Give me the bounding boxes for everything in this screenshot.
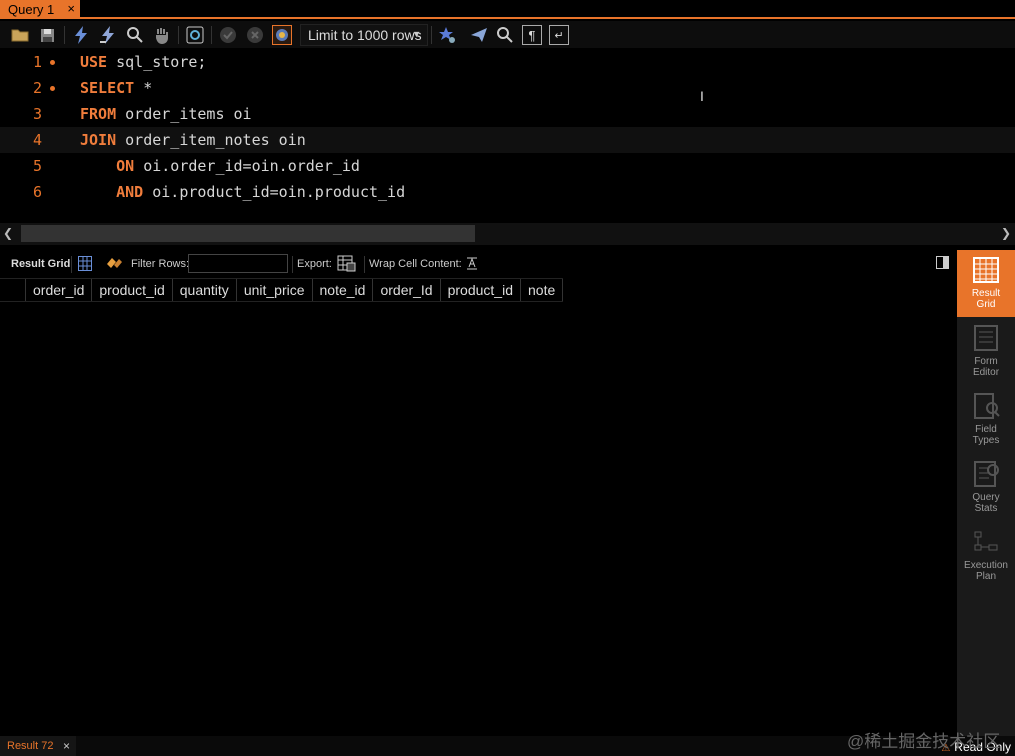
chevron-left-icon[interactable]: ❮ <box>3 226 13 240</box>
result-tab-label: Result 72 <box>7 740 54 752</box>
column-header[interactable]: product_id <box>92 279 173 301</box>
execution-plan-icon <box>974 531 998 551</box>
code-line-2[interactable]: 2 SELECT * <box>0 75 1015 101</box>
sidebar-item-field-types[interactable]: Field Types <box>957 386 1015 453</box>
sql-keyword: AND <box>116 183 144 201</box>
sql-text: oi.product_id=oin.product_id <box>143 183 406 201</box>
code-line-1[interactable]: 1 USE sql_store; <box>0 49 1015 75</box>
column-header[interactable]: quantity <box>173 279 237 301</box>
add-snippet-icon[interactable] <box>437 25 457 45</box>
word-wrap-icon[interactable]: ↵ <box>549 25 569 45</box>
filter-rows-label: Filter Rows: <box>131 258 190 270</box>
result-grid-header: order_id product_id quantity unit_price … <box>0 278 564 302</box>
column-header[interactable]: unit_price <box>237 279 313 301</box>
autocommit-icon[interactable] <box>272 25 292 45</box>
query-stats-icon <box>974 461 999 487</box>
rollback-icon[interactable] <box>245 25 265 45</box>
filter-rows-input[interactable] <box>188 254 288 273</box>
line-number: 5 <box>32 157 42 175</box>
execute-icon[interactable] <box>71 25 91 45</box>
scrollbar-thumb[interactable] <box>21 225 475 242</box>
toolbar-separator <box>292 256 293 273</box>
sql-text: order_item_notes oin <box>116 131 306 149</box>
statement-marker-icon <box>50 86 55 91</box>
tab-query-1[interactable]: Query 1 × <box>0 0 80 19</box>
close-icon[interactable]: × <box>63 739 70 753</box>
editor-horizontal-scrollbar[interactable]: ❮ ❯ <box>0 223 1015 245</box>
sql-keyword: ON <box>116 157 135 175</box>
line-number: 1 <box>32 53 42 71</box>
tab-result-72[interactable]: Result 72 × <box>0 736 76 756</box>
line-number: 6 <box>32 183 42 201</box>
toolbar-separator <box>211 26 212 44</box>
code-line-6[interactable]: 6 AND oi.product_id=oin.product_id <box>0 179 1015 205</box>
export-label: Export: <box>297 258 332 270</box>
result-grid-label: Result Grid <box>11 258 71 270</box>
commit-icon[interactable] <box>218 25 238 45</box>
wrap-cell-icon[interactable] <box>466 257 478 273</box>
toolbar-separator <box>71 256 72 273</box>
toggle-side-panel-icon[interactable] <box>936 256 949 269</box>
code-line-3[interactable]: 3 FROM order_items oi <box>0 101 1015 127</box>
toolbar-separator <box>178 26 179 44</box>
form-editor-icon <box>974 325 998 351</box>
line-number: 4 <box>32 131 42 149</box>
limit-rows-value: Limit to 1000 rows <box>308 27 422 43</box>
query-tab-bar: Query 1 × <box>0 0 1015 19</box>
statement-marker-icon <box>50 60 55 65</box>
watermark: @稀土掘金技术社区 <box>847 732 1001 751</box>
toolbar-separator <box>431 26 432 44</box>
refresh-icon[interactable] <box>106 256 123 274</box>
toolbar-separator <box>364 256 365 273</box>
column-header[interactable]: note_id <box>313 279 374 301</box>
sql-keyword: USE <box>80 53 108 71</box>
result-toolbar: Result Grid Filter Rows: Export: Wrap Ce… <box>0 250 957 278</box>
beautify-icon[interactable] <box>469 25 489 45</box>
code-line-4[interactable]: 4 JOIN order_item_notes oin <box>0 127 1015 153</box>
code-line-5[interactable]: 5 ON oi.order_id=oin.order_id <box>0 153 1015 179</box>
explain-icon[interactable] <box>125 25 145 45</box>
sql-keyword: JOIN <box>80 131 117 149</box>
limit-rows-select[interactable]: Limit to 1000 rows ▼ <box>300 24 428 46</box>
sql-text: * <box>134 79 153 97</box>
line-number: 3 <box>32 105 42 123</box>
execute-current-icon[interactable] <box>98 25 118 45</box>
column-header[interactable]: order_Id <box>373 279 441 301</box>
wrap-cell-content-label: Wrap Cell Content: <box>369 258 462 270</box>
sidebar-item-query-stats[interactable]: Query Stats <box>957 454 1015 521</box>
sql-editor[interactable]: 1 USE sql_store; 2 SELECT * 3 FROM order… <box>0 48 1015 223</box>
invisible-chars-icon[interactable]: ¶ <box>522 25 542 45</box>
save-icon[interactable] <box>37 25 57 45</box>
column-header[interactable]: product_id <box>441 279 521 301</box>
text-cursor-icon: I <box>700 88 704 104</box>
column-header[interactable]: order_id <box>26 279 93 301</box>
result-grid-icon <box>973 257 999 283</box>
grid-view-icon[interactable] <box>78 256 92 274</box>
result-view-sidebar: Result Grid Form Editor Field Types Quer… <box>957 250 1015 736</box>
column-header[interactable]: note <box>521 279 564 301</box>
chevron-down-icon: ▼ <box>412 29 421 39</box>
toggle-output-icon[interactable] <box>185 25 205 45</box>
export-icon[interactable] <box>337 255 356 275</box>
sql-text: sql_store; <box>107 53 207 71</box>
sql-text: order_items oi <box>116 105 252 123</box>
grid-corner-cell[interactable] <box>0 279 26 301</box>
sql-text: oi.order_id=oin.order_id <box>134 157 360 175</box>
sql-keyword: SELECT <box>80 79 135 97</box>
find-replace-icon[interactable] <box>495 25 515 45</box>
field-types-icon <box>974 393 1000 419</box>
sidebar-item-form-editor[interactable]: Form Editor <box>957 318 1015 385</box>
toolbar-separator <box>64 26 65 44</box>
line-number: 2 <box>32 79 42 97</box>
stop-icon[interactable] <box>152 25 172 45</box>
sql-editor-toolbar: Limit to 1000 rows ▼ ¶ ↵ <box>0 21 1015 48</box>
tab-query-1-label: Query 1 <box>8 2 55 17</box>
close-icon[interactable]: × <box>67 1 75 16</box>
sidebar-item-result-grid[interactable]: Result Grid <box>957 250 1015 317</box>
chevron-right-icon[interactable]: ❯ <box>1001 226 1011 240</box>
sql-keyword: FROM <box>80 105 117 123</box>
sidebar-item-execution-plan[interactable]: Execution Plan <box>957 522 1015 589</box>
open-file-icon[interactable] <box>10 25 30 45</box>
